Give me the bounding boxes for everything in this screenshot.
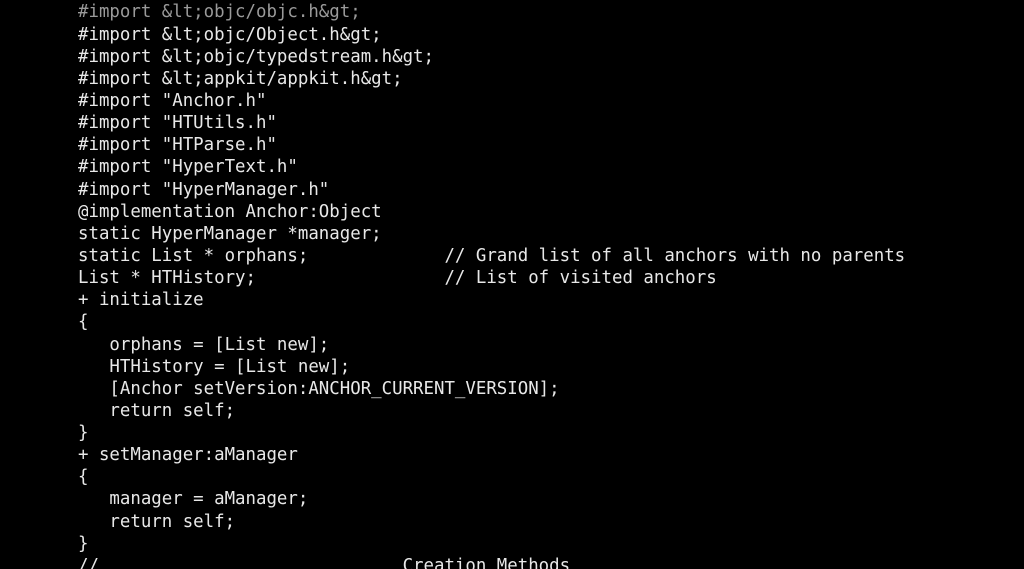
code-line: #import "HyperManager.h"	[78, 179, 330, 200]
code-line: return self;	[78, 400, 236, 421]
code-line: static List * orphans; // Grand list of …	[78, 245, 906, 266]
code-line: + initialize	[78, 290, 204, 311]
code-line: #import "Anchor.h"	[78, 90, 267, 111]
code-line: {	[78, 312, 89, 333]
code-line: // Creation Methods	[78, 555, 571, 569]
code-line: #import &lt;appkit/appkit.h&gt;	[78, 68, 403, 89]
code-line: + setManager:aManager	[78, 445, 298, 466]
code-line: }	[78, 533, 89, 554]
code-line: {	[78, 467, 89, 488]
code-line: return self;	[78, 511, 236, 532]
code-line: #import "HyperText.h"	[78, 157, 298, 178]
code-line: manager = aManager;	[78, 489, 309, 510]
code-line: #import &lt;objc/typedstream.h&gt;	[78, 46, 434, 67]
code-line: #import "HTUtils.h"	[78, 113, 277, 134]
code-line: List * HTHistory; // List of visited anc…	[78, 268, 717, 289]
code-line: #import &lt;objc/Object.h&gt;	[78, 24, 382, 45]
code-line: #import &lt;objc/objc.h&gt;	[78, 2, 361, 23]
code-line: @implementation Anchor:Object	[78, 201, 382, 222]
code-line: #import "HTParse.h"	[78, 135, 277, 156]
code-display-screen: #import &lt;objc/objc.h&gt; #import &lt;o…	[0, 0, 1024, 569]
code-viewport[interactable]: #import &lt;objc/objc.h&gt; #import &lt;o…	[0, 0, 1024, 569]
code-line: }	[78, 423, 89, 444]
code-line: orphans = [List new];	[78, 334, 330, 355]
source-code-block: #import &lt;objc/objc.h&gt; #import &lt;o…	[78, 1, 905, 569]
code-line: [Anchor setVersion:ANCHOR_CURRENT_VERSIO…	[78, 378, 560, 399]
code-line: static HyperManager *manager;	[78, 223, 382, 244]
code-line: HTHistory = [List new];	[78, 356, 351, 377]
